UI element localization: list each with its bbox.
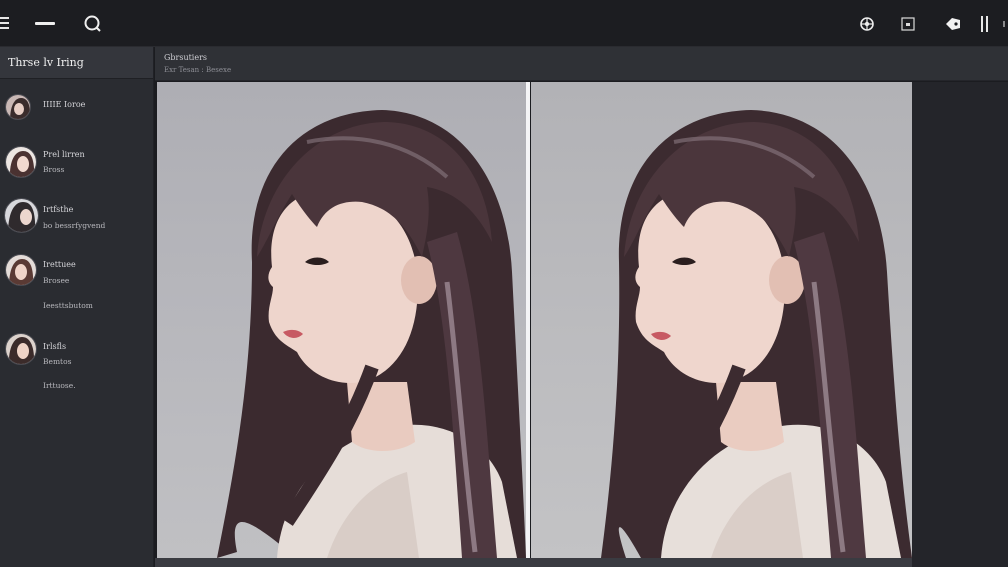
list-item[interactable]: Irlsfls Bemtos Irttuose.	[0, 332, 154, 402]
sidebar-item-label: IIIIE Ioroe	[43, 100, 86, 109]
sidebar-item-label: Irettuee	[43, 260, 76, 269]
page-subtitle: Exr Tesan : Besexe	[164, 66, 232, 74]
avatar	[5, 146, 37, 178]
list-item[interactable]: Irtfsthe bo bessrfygvend	[0, 197, 154, 237]
sidebar-item-extra: Irttuose.	[43, 381, 76, 390]
minus-icon[interactable]	[34, 0, 56, 47]
search-icon[interactable]	[82, 0, 104, 47]
sidebar-item-label: Prel lirren	[43, 150, 85, 159]
sidebar-title: Thrse lv Iring	[0, 47, 153, 79]
menu-icon[interactable]	[0, 0, 14, 47]
portrait-image-left	[217, 110, 526, 558]
settings-icon[interactable]	[858, 0, 876, 47]
portrait-image-right	[601, 110, 912, 558]
pause-icon[interactable]	[978, 0, 992, 47]
top-bar	[0, 0, 1008, 47]
avatar	[5, 254, 37, 286]
content-header: Gbrsutiers Exr Tesan : Besexe	[155, 47, 1008, 81]
list-item[interactable]: Prel lirren Bross	[0, 144, 154, 184]
sidebar-item-sub: Brosee	[43, 276, 70, 285]
right-gutter	[912, 82, 1008, 567]
avatar	[4, 198, 39, 233]
frame-icon[interactable]	[899, 0, 917, 47]
sidebar: Thrse lv Iring IIIIE Ioroe Prel lirren B…	[0, 47, 154, 567]
sidebar-item-extra: Ieesttsbutom	[43, 301, 93, 310]
image-panel-left[interactable]	[157, 82, 526, 558]
list-item[interactable]: IIIIE Ioroe	[0, 91, 154, 131]
image-panel-right[interactable]	[531, 82, 912, 558]
avatar	[5, 94, 31, 120]
avatar	[5, 333, 37, 365]
page-title: Gbrsutiers	[164, 53, 208, 62]
sidebar-item-sub: bo bessrfygvend	[43, 221, 106, 230]
sidebar-item-label: Irlsfls	[43, 342, 67, 351]
overflow-icon[interactable]	[1002, 0, 1008, 47]
list-item[interactable]: Irettuee Brosee Ieesttsbutom	[0, 252, 154, 322]
bottom-scroll-strip[interactable]	[155, 558, 912, 567]
sidebar-item-sub: Bross	[43, 165, 65, 174]
panel-divider[interactable]	[526, 82, 530, 558]
sidebar-item-label: Irtfsthe	[43, 205, 74, 214]
sidebar-item-sub: Bemtos	[43, 357, 72, 366]
tag-icon[interactable]	[942, 0, 964, 47]
